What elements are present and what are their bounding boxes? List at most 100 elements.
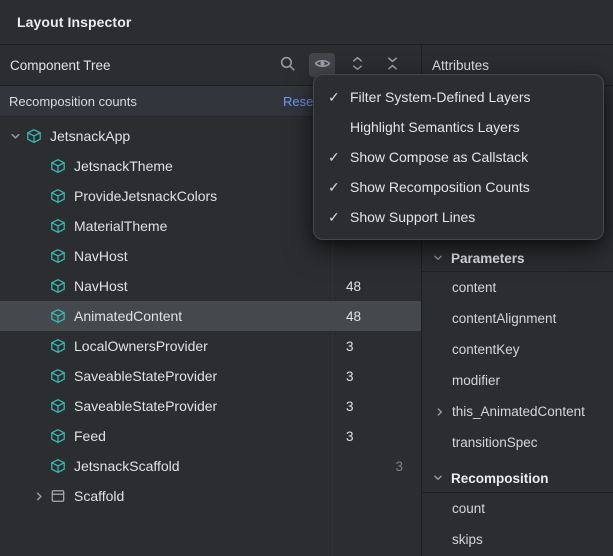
eye-icon [314,55,331,75]
attribute-row[interactable]: content [422,272,613,303]
chevron-spacer [30,367,48,385]
chevron-down-icon [430,470,446,486]
compose-component-icon [48,457,67,476]
menu-item-label: Show Compose as Callstack [350,149,528,165]
menu-item-label: Highlight Semantics Layers [350,119,520,135]
chevron-down-icon [430,250,446,266]
recomposition-count: 48 [346,279,361,294]
scaffold-layout-icon [48,487,67,506]
compose-component-icon [48,217,67,236]
tree-node-label: JetsnackApp [50,128,130,144]
tree-row[interactable]: NavHost [0,241,421,271]
chevron-spacer [30,457,48,475]
chevron-spacer [30,217,48,235]
collapse-all-icon [384,55,401,75]
tree-node-label: JetsnackTheme [74,158,173,174]
attribute-row[interactable]: skips [422,524,613,555]
chevron-spacer [30,247,48,265]
chevron-spacer [30,337,48,355]
section-header-recomposition[interactable]: Recomposition [422,464,613,493]
expand-all-icon [349,55,366,75]
section-header-parameters[interactable]: Parameters [422,245,613,272]
recomposition-count: 48 [346,309,361,324]
recomposition-count: 3 [346,429,354,444]
compose-component-icon [48,247,67,266]
menu-item-support-lines[interactable]: ✓ Show Support Lines [314,202,603,232]
search-button[interactable] [274,53,300,77]
attribute-row[interactable]: transitionSpec [422,427,613,458]
tree-row[interactable]: Scaffold [0,481,421,511]
checkmark-icon: ✓ [326,149,350,166]
tree-node-label: Feed [74,428,106,444]
chevron-right-icon[interactable] [432,404,448,420]
tree-row[interactable]: SaveableStateProvider 3 [0,361,421,391]
attribute-name: modifier [452,373,500,388]
menu-item-label: Show Recomposition Counts [350,179,530,195]
attribute-row[interactable]: count [422,493,613,524]
compose-component-icon [48,397,67,416]
menu-item-filter-system-layers[interactable]: ✓ Filter System-Defined Layers [314,82,603,112]
tree-node-label: SaveableStateProvider [74,368,217,384]
checkmark-icon: ✓ [326,179,350,196]
page-title: Layout Inspector [17,14,131,30]
view-options-menu: ✓ Filter System-Defined Layers Highlight… [313,74,604,240]
window-titlebar: Layout Inspector [0,0,613,45]
attribute-row[interactable]: contentKey [422,334,613,365]
tree-node-label: SaveableStateProvider [74,398,217,414]
recomposition-counts-label: Recomposition counts [9,94,137,109]
menu-item-highlight-semantics[interactable]: Highlight Semantics Layers [314,112,603,142]
checkmark-icon: ✓ [326,89,350,106]
reset-counts-link[interactable]: Rese [283,86,313,116]
compose-component-icon [48,337,67,356]
chevron-spacer [30,187,48,205]
chevron-down-icon[interactable] [6,127,24,145]
section-title: Parameters [451,251,525,266]
tree-node-label: JetsnackScaffold [74,458,180,474]
attribute-name: contentAlignment [452,311,556,326]
recomposition-count: 3 [346,399,354,414]
tree-row-selected[interactable]: AnimatedContent 48 [0,301,421,331]
attribute-name: count [452,501,485,516]
attributes-title: Attributes [432,58,489,73]
section-title: Recomposition [451,471,549,486]
tree-row[interactable]: NavHost 48 [0,271,421,301]
recomposition-count: 3 [346,339,354,354]
component-tree-title: Component Tree [10,58,111,73]
tree-row[interactable]: Feed 3 [0,421,421,451]
attribute-row[interactable]: modifier [422,365,613,396]
recomposition-count: 3 [346,369,354,384]
chevron-spacer [30,397,48,415]
attribute-name: transitionSpec [452,435,538,450]
tree-node-label: LocalOwnersProvider [74,338,208,354]
chevron-right-icon[interactable] [30,487,48,505]
compose-component-icon [48,277,67,296]
tree-node-label: AnimatedContent [74,308,182,324]
tree-row[interactable]: JetsnackScaffold 3 [0,451,421,481]
menu-item-label: Show Support Lines [350,209,475,225]
attribute-row-expandable[interactable]: this_AnimatedContent [422,396,613,427]
compose-component-icon [48,187,67,206]
chevron-spacer [30,427,48,445]
chevron-spacer [30,277,48,295]
tree-node-label: NavHost [74,278,128,294]
menu-item-compose-callstack[interactable]: ✓ Show Compose as Callstack [314,142,603,172]
attribute-row[interactable]: contentAlignment [422,303,613,334]
chevron-spacer [30,157,48,175]
tree-node-label: NavHost [74,248,128,264]
attribute-name: contentKey [452,342,520,357]
compose-component-icon [48,307,67,326]
attribute-name: this_AnimatedContent [452,404,585,419]
compose-component-icon [24,127,43,146]
recomposition-count-muted: 3 [395,459,403,474]
attribute-name: skips [452,532,483,547]
attribute-name: content [452,280,496,295]
tree-row[interactable]: LocalOwnersProvider 3 [0,331,421,361]
tree-node-label: Scaffold [74,488,124,504]
tree-row[interactable]: SaveableStateProvider 3 [0,391,421,421]
checkmark-icon: ✓ [326,209,350,226]
menu-item-recomposition-counts[interactable]: ✓ Show Recomposition Counts [314,172,603,202]
tree-node-label: ProvideJetsnackColors [74,188,217,204]
compose-component-icon [48,367,67,386]
compose-component-icon [48,427,67,446]
tree-node-label: MaterialTheme [74,218,167,234]
